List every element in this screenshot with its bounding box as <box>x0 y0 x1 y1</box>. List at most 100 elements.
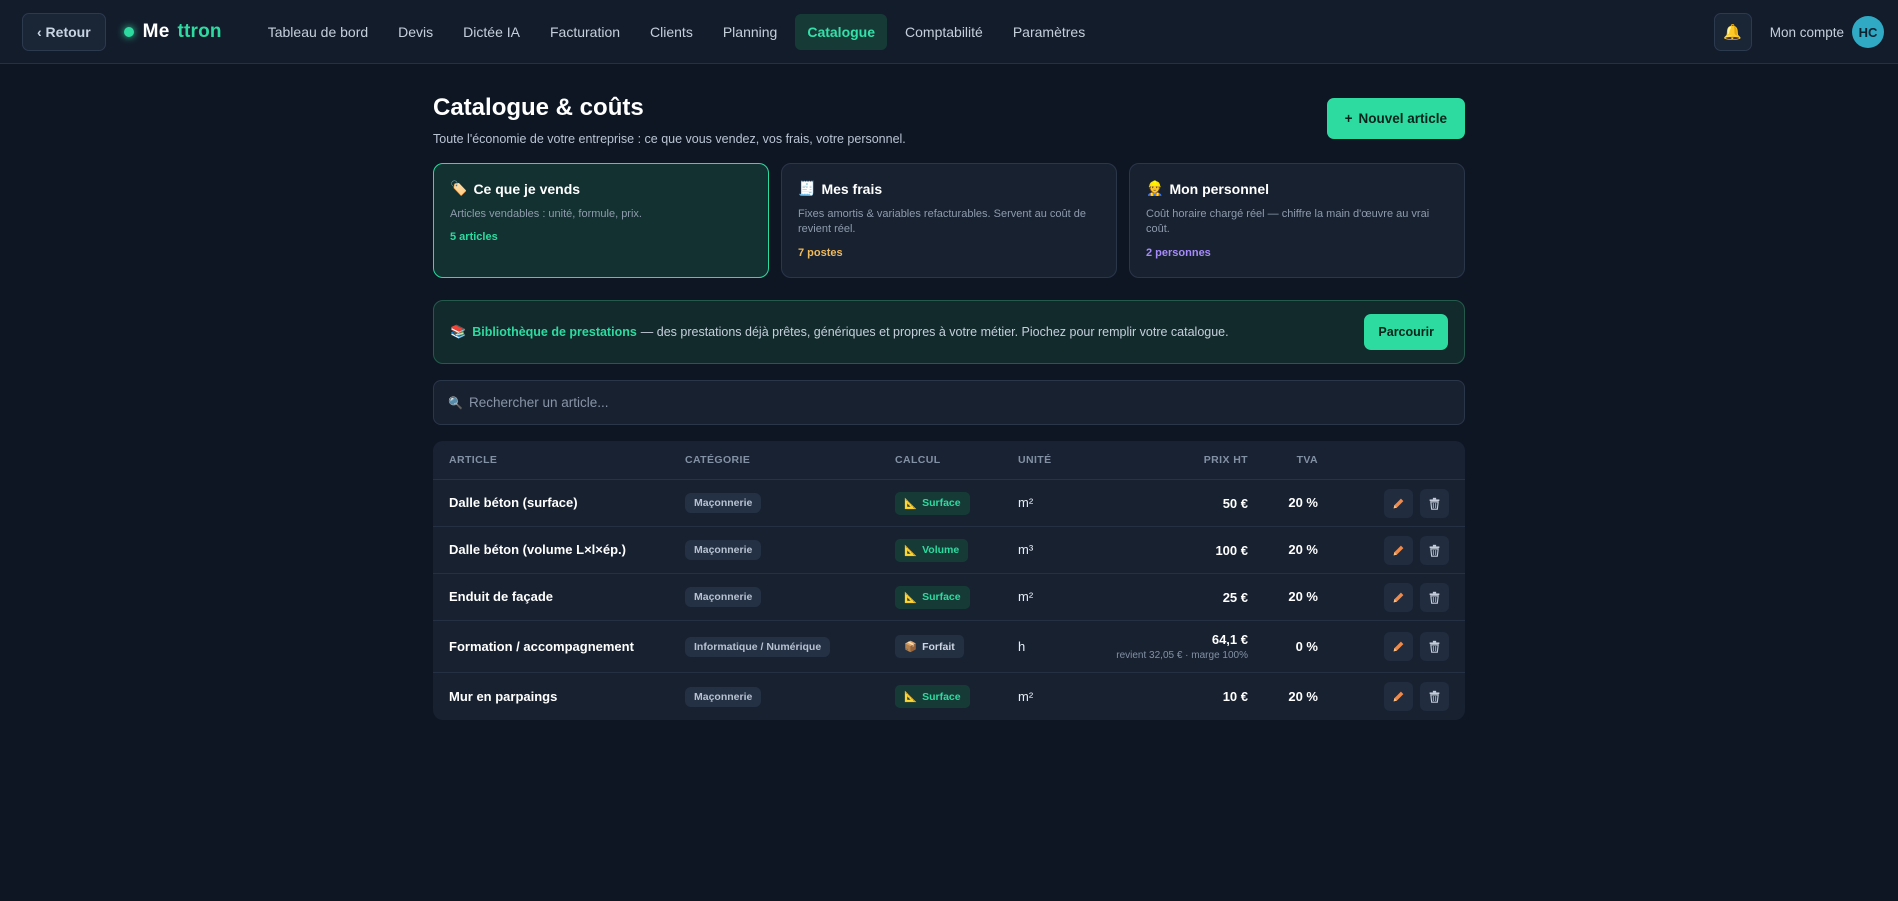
card-title: Mes frais <box>821 180 883 197</box>
category-badge: Maçonnerie <box>685 493 762 513</box>
pencil-icon <box>1393 641 1404 652</box>
brand-name-part1: Me <box>142 20 170 42</box>
main-nav: Tableau de bord Devis Dictée IA Facturat… <box>256 13 1097 50</box>
nav-item-catalogue[interactable]: Catalogue <box>795 13 888 50</box>
unit: m³ <box>1018 542 1034 557</box>
page-title: Catalogue & coûts <box>433 94 644 121</box>
avatar[interactable]: HC <box>1852 16 1884 48</box>
edit-button[interactable] <box>1384 488 1413 518</box>
calc-badge: 📐 Volume <box>895 538 969 562</box>
card-mon-personnel[interactable]: 👷 Mon personnel Coût horaire chargé réel… <box>1129 163 1465 278</box>
card-description: Coût horaire chargé réel — chiffre la ma… <box>1146 208 1430 236</box>
search-bar: 🔍 <box>433 380 1465 425</box>
card-title: Mon personnel <box>1169 180 1269 197</box>
card-mes-frais[interactable]: 🧾 Mes frais Fixes amortis & variables re… <box>781 163 1117 278</box>
ruler-icon: 📐 <box>904 591 918 604</box>
notifications-button[interactable]: 🔔 <box>1713 13 1752 51</box>
tva: 20 % <box>1288 495 1318 510</box>
tva: 0 % <box>1295 638 1318 654</box>
pencil-icon <box>1393 545 1404 555</box>
edit-button[interactable] <box>1384 682 1413 711</box>
nav-item-tableau-de-bord[interactable]: Tableau de bord <box>256 14 380 50</box>
bell-icon: 🔔 <box>1723 24 1743 41</box>
unit: h <box>1018 638 1026 654</box>
delete-button[interactable] <box>1420 632 1449 661</box>
column-header-article: Article <box>449 454 498 466</box>
nav-item-clients[interactable]: Clients <box>638 14 705 50</box>
brand-logo[interactable]: Me ttron <box>123 20 222 43</box>
delete-button[interactable] <box>1420 582 1449 612</box>
price: 25 € <box>1222 589 1248 605</box>
nav-item-planning[interactable]: Planning <box>711 14 790 50</box>
trash-icon <box>1429 544 1440 557</box>
delete-button[interactable] <box>1420 535 1449 565</box>
price-detail: revient 32,05 € · marge 100% <box>1116 650 1248 661</box>
receipt-icon: 🧾 <box>798 180 816 196</box>
pencil-icon <box>1393 498 1404 508</box>
page-subtitle: Toute l'économie de votre entreprise : c… <box>433 132 906 146</box>
table-row[interactable]: Dalle béton (volume L×l×ép.) Maçonnerie … <box>433 527 1465 574</box>
trash-icon <box>1429 690 1440 703</box>
table-header: Article Catégorie Calcul Unité Prix HT T… <box>433 441 1465 480</box>
article-name: Dalle béton (surface) <box>449 495 578 510</box>
tva: 20 % <box>1288 589 1318 604</box>
price: 50 € <box>1222 495 1248 511</box>
table-row[interactable]: Mur en parpaings Maçonnerie 📐 Surface m² … <box>433 673 1465 720</box>
library-banner: 📚 Bibliothèque de prestations — des pres… <box>433 300 1465 364</box>
ruler-icon: 📐 <box>904 497 918 510</box>
ruler-icon: 📐 <box>904 691 918 703</box>
table-row[interactable]: Formation / accompagnement Informatique … <box>433 621 1465 673</box>
brand-dot-icon <box>123 26 134 37</box>
search-input[interactable] <box>468 395 1450 410</box>
column-header-unit: Unité <box>1018 454 1052 466</box>
section-cards: 🏷️ Ce que je vends Articles vendables : … <box>433 163 1465 278</box>
calc-badge: 📐 Surface <box>895 491 970 515</box>
calc-badge: 📐 Surface <box>895 685 970 708</box>
article-name: Mur en parpaings <box>449 688 558 704</box>
back-button[interactable]: ‹ Retour <box>22 12 106 51</box>
browse-button[interactable]: Parcourir <box>1364 314 1448 350</box>
category-badge: Informatique / Numérique <box>685 636 831 657</box>
top-bar: ‹ Retour Me ttron Tableau de bord Devis … <box>0 0 1898 64</box>
table-row[interactable]: Dalle béton (surface) Maçonnerie 📐 Surfac… <box>433 480 1465 527</box>
price: 64,1 € <box>1211 632 1248 647</box>
search-icon: 🔍 <box>448 395 463 410</box>
nav-item-devis[interactable]: Devis <box>386 14 445 50</box>
nav-item-facturation[interactable]: Facturation <box>538 14 632 50</box>
ruler-icon: 📐 <box>904 544 918 557</box>
article-name: Formation / accompagnement <box>449 638 634 654</box>
unit: m² <box>1018 589 1034 604</box>
delete-button[interactable] <box>1420 488 1449 518</box>
tva: 20 % <box>1288 542 1318 557</box>
category-badge: Maçonnerie <box>685 587 762 607</box>
delete-button[interactable] <box>1420 682 1449 711</box>
account-label[interactable]: Mon compte <box>1770 25 1844 40</box>
library-title[interactable]: Bibliothèque de prestations <box>472 325 637 339</box>
pencil-icon <box>1393 592 1404 602</box>
category-badge: Maçonnerie <box>685 540 762 560</box>
edit-button[interactable] <box>1384 535 1413 565</box>
edit-button[interactable] <box>1384 582 1413 612</box>
unit: m² <box>1018 688 1034 704</box>
edit-button[interactable] <box>1384 632 1413 661</box>
tag-icon: 🏷️ <box>450 180 468 196</box>
nav-item-comptabilite[interactable]: Comptabilité <box>893 14 995 50</box>
column-header-tva: TVA <box>1296 454 1318 466</box>
column-header-calc: Calcul <box>895 454 941 466</box>
card-ce-que-je-vends[interactable]: 🏷️ Ce que je vends Articles vendables : … <box>433 163 769 278</box>
table-row[interactable]: Enduit de façade Maçonnerie 📐 Surface m² … <box>433 574 1465 621</box>
new-article-button[interactable]: + Nouvel article <box>1326 98 1465 139</box>
card-count: 5 articles <box>450 231 498 244</box>
trash-icon <box>1429 640 1440 653</box>
worker-icon: 👷 <box>1146 180 1164 196</box>
column-header-category: Catégorie <box>685 454 751 466</box>
card-count: 2 personnes <box>1146 246 1211 259</box>
plus-icon: + <box>1344 111 1353 126</box>
card-title: Ce que je vends <box>473 180 581 197</box>
nav-item-parametres[interactable]: Paramètres <box>1001 14 1097 50</box>
nav-item-dictee-ia[interactable]: Dictée IA <box>451 14 532 50</box>
unit: m² <box>1018 495 1034 510</box>
article-name: Enduit de façade <box>449 589 554 604</box>
calc-badge: 📦 Forfait <box>895 635 964 658</box>
card-count: 7 postes <box>798 246 843 259</box>
